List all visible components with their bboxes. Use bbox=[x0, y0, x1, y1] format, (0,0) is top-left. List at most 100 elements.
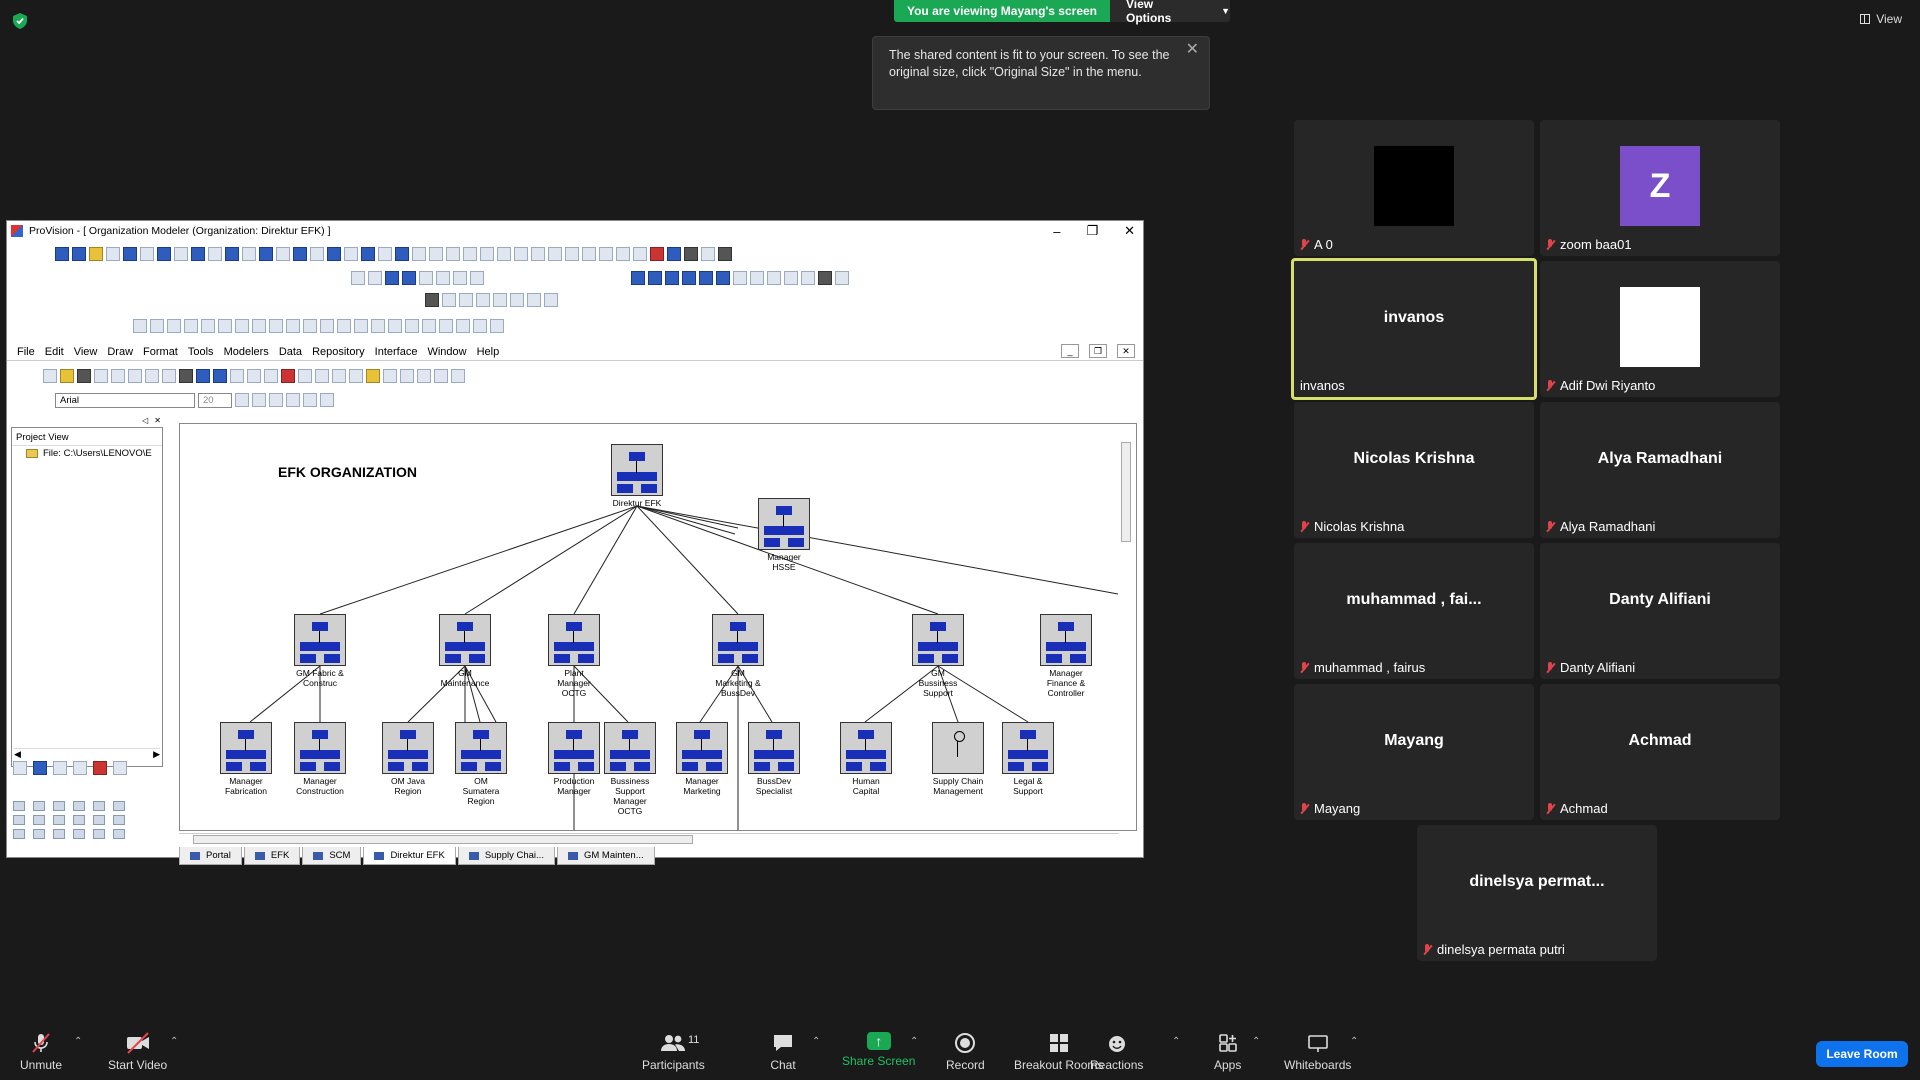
tool-icon[interactable] bbox=[33, 815, 45, 825]
align-icon[interactable] bbox=[388, 319, 402, 333]
tool-icon[interactable] bbox=[33, 801, 45, 811]
toolbar-icon[interactable] bbox=[493, 293, 507, 307]
reactions-options-chevron-icon[interactable]: ⌃ bbox=[1172, 1036, 1180, 1047]
view-options-menu[interactable]: View Options ▼ bbox=[1110, 0, 1230, 25]
share-options-chevron-icon[interactable]: ⌃ bbox=[910, 1036, 918, 1047]
toolbar-icon[interactable] bbox=[463, 247, 477, 261]
restore-icon[interactable]: ❐ bbox=[1086, 223, 1098, 239]
align-icon[interactable] bbox=[439, 319, 453, 333]
toolbar-icon[interactable] bbox=[327, 247, 341, 261]
toolbar-icon[interactable] bbox=[378, 247, 392, 261]
whiteboards-options-chevron-icon[interactable]: ⌃ bbox=[1350, 1036, 1358, 1047]
align-icon[interactable] bbox=[371, 319, 385, 333]
align-icon[interactable] bbox=[167, 319, 181, 333]
org-node-manager-construction[interactable]: Manager Construction bbox=[294, 722, 346, 796]
chat-button[interactable]: Chat bbox=[770, 1032, 796, 1072]
align-icon[interactable] bbox=[235, 319, 249, 333]
toolbar-icon[interactable] bbox=[667, 247, 681, 261]
toolbar-icon[interactable] bbox=[565, 247, 579, 261]
record-button[interactable]: Record bbox=[946, 1032, 985, 1072]
rectangle-shape-icon[interactable] bbox=[631, 271, 645, 285]
org-node-gm-maintenance[interactable]: GM Maintenance bbox=[439, 614, 491, 688]
toolbar-icon[interactable] bbox=[106, 247, 120, 261]
align-icon[interactable] bbox=[269, 319, 283, 333]
align-icon[interactable] bbox=[456, 319, 470, 333]
toolbar-icon[interactable] bbox=[548, 247, 562, 261]
toolbar-icon[interactable] bbox=[412, 247, 426, 261]
font-color-icon[interactable] bbox=[286, 393, 300, 407]
view-tab-icon[interactable] bbox=[93, 761, 107, 775]
tool-icon[interactable] bbox=[73, 829, 85, 839]
hexagon-shape-icon[interactable] bbox=[716, 271, 730, 285]
new-file-icon[interactable] bbox=[43, 369, 57, 383]
toolbar-icon[interactable] bbox=[582, 247, 596, 261]
tool-icon[interactable] bbox=[73, 815, 85, 825]
toolbar-icon[interactable] bbox=[633, 247, 647, 261]
menu-interface[interactable]: Interface bbox=[375, 346, 418, 358]
org-node-manager-marketing[interactable]: Manager Marketing bbox=[676, 722, 728, 796]
toolbar-icon[interactable] bbox=[476, 293, 490, 307]
org-node-human-capital[interactable]: Human Capital bbox=[840, 722, 892, 796]
print-icon[interactable] bbox=[94, 369, 108, 383]
scroll-thumb[interactable] bbox=[193, 835, 693, 844]
font-size-select[interactable]: 20 bbox=[198, 392, 232, 408]
toolbar-icon[interactable] bbox=[174, 247, 188, 261]
pointer-icon[interactable] bbox=[351, 271, 365, 285]
toolbar-icon[interactable] bbox=[446, 247, 460, 261]
toolbar-icon[interactable] bbox=[123, 247, 137, 261]
view-tab-icon[interactable] bbox=[73, 761, 87, 775]
diamond-shape-icon[interactable] bbox=[699, 271, 713, 285]
toolbar-icon[interactable] bbox=[264, 369, 278, 383]
menu-tools[interactable]: Tools bbox=[188, 346, 214, 358]
toolbar-icon[interactable] bbox=[191, 247, 205, 261]
find-icon[interactable] bbox=[179, 369, 193, 383]
pin-icon[interactable]: ◁ bbox=[142, 416, 148, 426]
menu-window[interactable]: Window bbox=[427, 346, 466, 358]
video-options-chevron-icon[interactable]: ⌃ bbox=[170, 1036, 178, 1047]
participant-tile[interactable]: Nicolas Krishna Nicolas Krishna bbox=[1294, 402, 1534, 538]
align-icon[interactable] bbox=[303, 319, 317, 333]
tool-icon[interactable] bbox=[13, 801, 25, 811]
org-node-hsse[interactable]: Manager HSSE bbox=[758, 498, 810, 572]
toolbar-icon[interactable] bbox=[818, 271, 832, 285]
participant-tile[interactable]: Achmad Achmad bbox=[1540, 684, 1780, 820]
security-shield-icon[interactable] bbox=[12, 12, 28, 30]
toolbar-icon[interactable] bbox=[453, 271, 467, 285]
back-arrow-icon[interactable] bbox=[55, 247, 69, 261]
align-icon[interactable] bbox=[422, 319, 436, 333]
zoom-in-icon[interactable] bbox=[383, 369, 397, 383]
paste-icon[interactable] bbox=[162, 369, 176, 383]
align-icon[interactable] bbox=[150, 319, 164, 333]
toolbar-icon[interactable] bbox=[293, 247, 307, 261]
align-icon[interactable] bbox=[218, 319, 232, 333]
mdi-close-icon[interactable]: ✕ bbox=[1117, 344, 1135, 358]
toolbar-icon[interactable] bbox=[310, 247, 324, 261]
align-icon[interactable] bbox=[337, 319, 351, 333]
toolbar-icon[interactable] bbox=[242, 247, 256, 261]
menu-view[interactable]: View bbox=[74, 346, 98, 358]
org-node-supply-chain[interactable]: Supply Chain Management bbox=[932, 722, 984, 796]
share-screen-button[interactable]: ↑ Share Screen bbox=[842, 1032, 915, 1068]
toolbar-icon[interactable] bbox=[684, 247, 698, 261]
toolbar-icon[interactable] bbox=[544, 293, 558, 307]
participant-tile[interactable]: Z zoom baa01 bbox=[1540, 120, 1780, 256]
chat-options-chevron-icon[interactable]: ⌃ bbox=[812, 1036, 820, 1047]
reactions-button[interactable]: Reactions bbox=[1090, 1032, 1143, 1072]
org-node-production[interactable]: Production Manager bbox=[548, 722, 600, 796]
toolbar-icon[interactable] bbox=[361, 247, 375, 261]
tool-icon[interactable] bbox=[113, 829, 125, 839]
underline-icon[interactable] bbox=[269, 393, 283, 407]
toolbar-icon[interactable] bbox=[259, 247, 273, 261]
open-folder-icon[interactable] bbox=[60, 369, 74, 383]
org-node-gm-fabric[interactable]: GM Fabric & Construc bbox=[294, 614, 346, 688]
leave-room-button[interactable]: Leave Room bbox=[1816, 1041, 1908, 1067]
italic-icon[interactable] bbox=[252, 393, 266, 407]
org-node-manager-fabrication[interactable]: Manager Fabrication bbox=[220, 722, 272, 796]
toolbar-icon[interactable] bbox=[470, 271, 484, 285]
zoom-page-icon[interactable] bbox=[434, 369, 448, 383]
menu-data[interactable]: Data bbox=[279, 346, 302, 358]
binoculars-icon[interactable] bbox=[425, 293, 439, 307]
toolbar-icon[interactable] bbox=[784, 271, 798, 285]
org-node-bussdev[interactable]: BussDev Specialist bbox=[748, 722, 800, 796]
fill-color-icon[interactable] bbox=[303, 393, 317, 407]
